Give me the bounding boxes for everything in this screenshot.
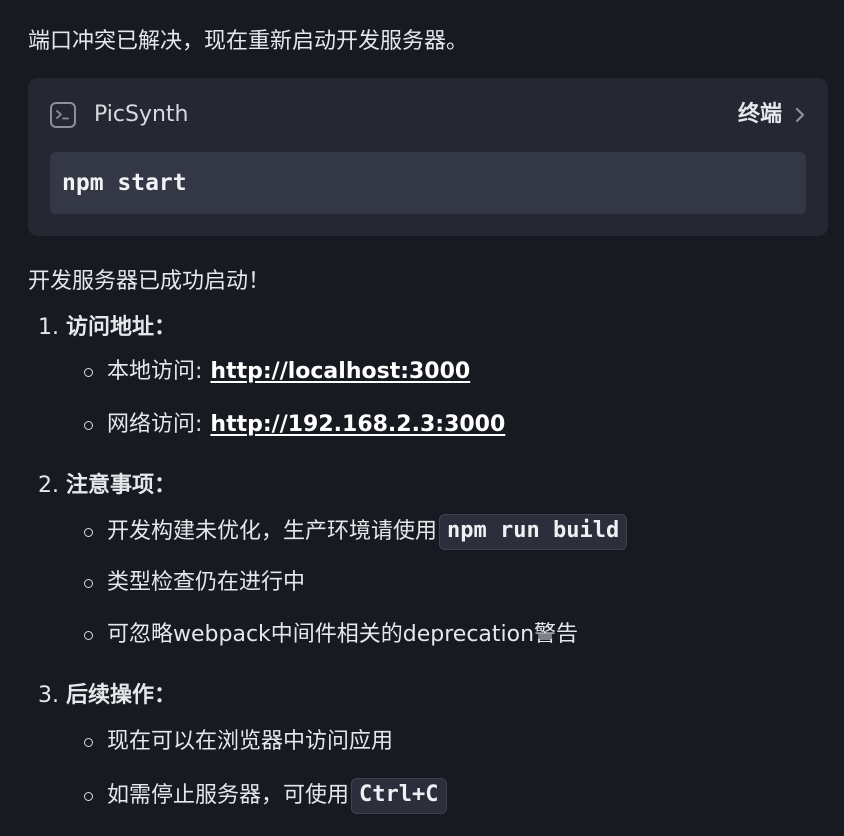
item-prefix: 本地访问: xyxy=(107,359,203,384)
bullet-icon xyxy=(84,420,93,430)
terminal-app-name: PicSynth xyxy=(94,102,189,127)
step-access-address: 1. 访问地址： xyxy=(38,312,176,344)
item-text: 开发构建未优化，生产环境请使用 xyxy=(107,519,438,544)
bullet-icon xyxy=(84,737,93,747)
list-item-stop-server: 如需停止服务器，可使用 Ctrl+C xyxy=(84,778,447,814)
bullet-icon xyxy=(84,367,93,377)
list-item-browser-access: 现在可以在浏览器中访问应用 xyxy=(84,726,393,758)
item-text: 可忽略webpack中间件相关的deprecation警告 xyxy=(107,622,579,647)
item-text: 现在可以在浏览器中访问应用 xyxy=(107,729,394,754)
bullet-icon xyxy=(84,527,93,537)
open-terminal-label: 终端 xyxy=(737,102,782,127)
list-item-local-address: 本地访问: http://localhost:3000 xyxy=(84,356,470,388)
network-address-link[interactable]: http://192.168.2.3:3000 xyxy=(210,409,505,441)
list-item-network-address: 网络访问: http://192.168.2.3:3000 xyxy=(84,409,505,441)
open-terminal-button[interactable]: 终端 xyxy=(738,100,806,130)
inline-code-build: npm run build xyxy=(439,514,628,550)
terminal-header: PicSynth 终端 xyxy=(50,102,806,132)
step-title: 后续操作： xyxy=(66,683,177,708)
step-notes: 2. 注意事项： xyxy=(38,470,176,502)
terminal-card: PicSynth 终端 npm start xyxy=(28,78,828,236)
step-number: 2. xyxy=(38,473,59,498)
list-item-deprecation-note: 可忽略webpack中间件相关的deprecation警告 xyxy=(84,619,578,651)
terminal-command: npm start xyxy=(62,170,187,196)
intro-text: 端口冲突已解决，现在重新启动开发服务器。 xyxy=(28,29,469,54)
terminal-command-block: npm start xyxy=(50,152,806,214)
inline-code-ctrl-c: Ctrl+C xyxy=(351,778,447,814)
bullet-icon xyxy=(84,791,93,801)
step-number: 3. xyxy=(38,683,59,708)
step-next-actions: 3. 后续操作： xyxy=(38,680,176,712)
step-title: 访问地址： xyxy=(66,315,177,340)
item-text: 如需停止服务器，可使用 xyxy=(107,783,350,808)
item-text: 类型检查仍在进行中 xyxy=(107,570,306,595)
success-text: 开发服务器已成功启动！ xyxy=(28,269,271,294)
bullet-icon xyxy=(84,578,93,588)
item-prefix: 网络访问: xyxy=(107,412,203,437)
list-item-dev-build-note: 开发构建未优化，生产环境请使用 npm run build xyxy=(84,514,628,550)
bullet-icon xyxy=(84,630,93,640)
step-title: 注意事项： xyxy=(66,473,177,498)
chevron-right-icon xyxy=(795,107,805,123)
step-number: 1. xyxy=(38,315,59,340)
local-address-link[interactable]: http://localhost:3000 xyxy=(210,356,470,388)
terminal-icon xyxy=(50,102,76,128)
list-item-type-check-note: 类型检查仍在进行中 xyxy=(84,567,305,599)
